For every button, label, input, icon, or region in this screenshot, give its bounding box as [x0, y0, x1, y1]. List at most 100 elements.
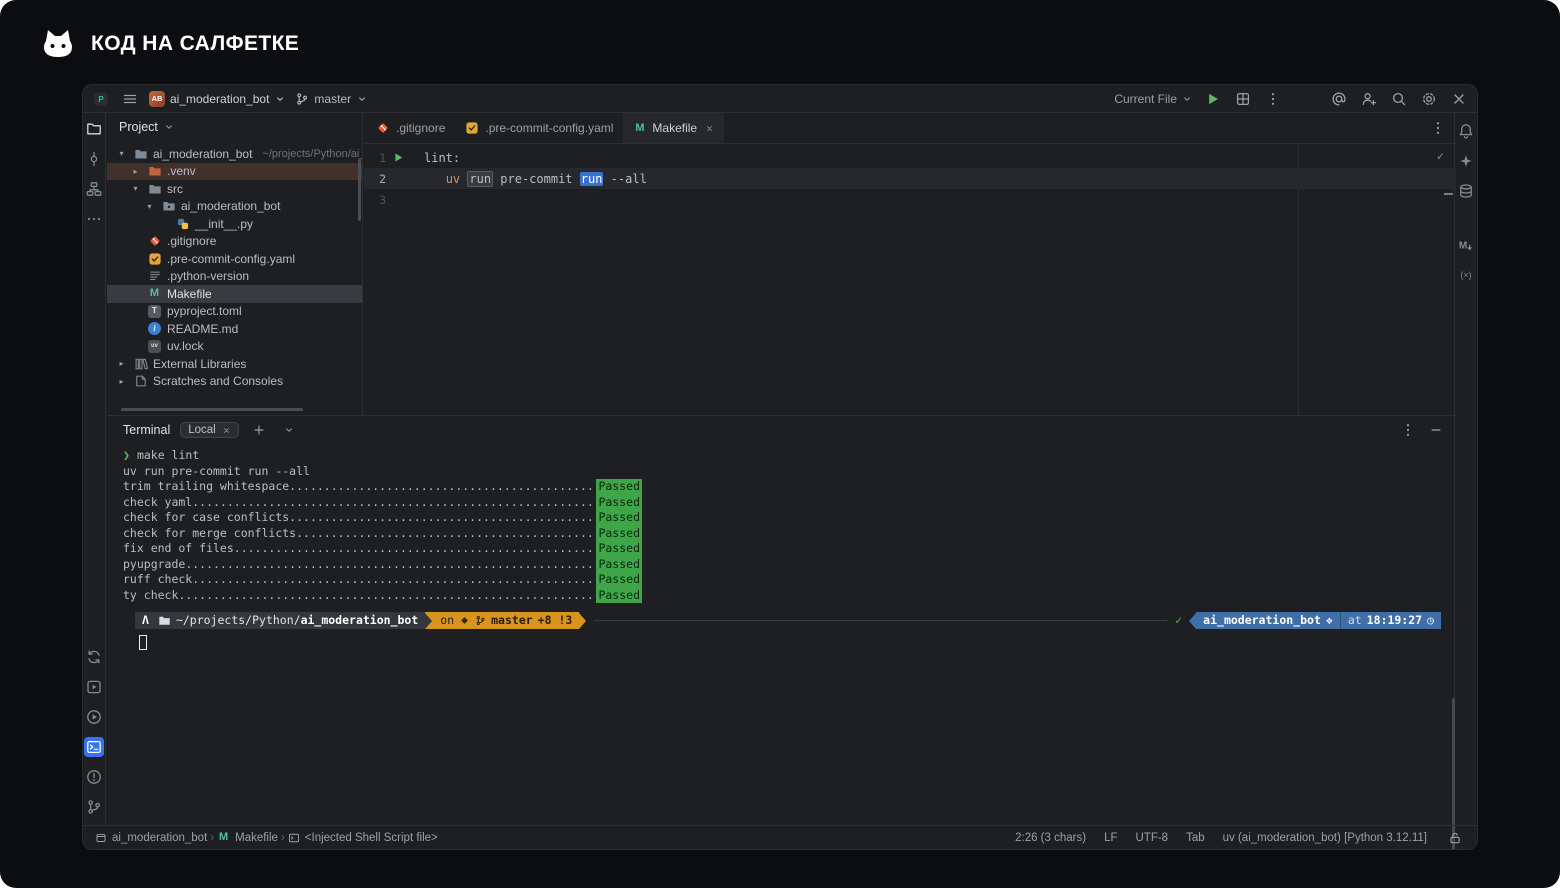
toolwindow-structure-button[interactable]	[84, 179, 104, 199]
breadcrumb-file[interactable]: MMakefile	[217, 831, 278, 844]
inspection-status-icon[interactable]: ✓	[1437, 149, 1444, 163]
chevron-down-icon[interactable]	[279, 420, 299, 440]
tree-item-label: ai_moderation_bot	[181, 199, 280, 213]
code-line: 3	[364, 189, 1456, 210]
close-window-button[interactable]	[1449, 89, 1469, 109]
project-widget[interactable]: AB ai_moderation_bot	[149, 91, 286, 107]
project-tree-item[interactable]: .python-version	[107, 268, 362, 286]
chevron-right-icon[interactable]: ▸	[115, 359, 128, 368]
editor-tab[interactable]: MMakefile	[623, 113, 724, 143]
close-icon[interactable]	[222, 426, 231, 435]
editor-tab[interactable]: .gitignore	[366, 113, 455, 143]
prompt-char: ❯	[123, 448, 130, 462]
project-vertical-scrollbar[interactable]	[358, 159, 361, 221]
project-tree-item[interactable]: ▾src	[107, 180, 362, 198]
chevron-right-icon[interactable]: ▸	[115, 377, 128, 386]
toolwindow-ai-assistant-button[interactable]	[1456, 151, 1476, 171]
status-widgets: 2:26 (3 chars) LF UTF-8 Tab uv (ai_moderatio…	[1015, 832, 1427, 844]
project-tree-item[interactable]: iREADME.md	[107, 320, 362, 338]
terminal-tab-local[interactable]: Local	[180, 422, 239, 438]
terminal-options-icon[interactable]	[1398, 420, 1418, 440]
line-number: 3	[364, 193, 386, 207]
search-everywhere-button[interactable]	[1389, 89, 1409, 109]
toolwindow-commit-button[interactable]	[84, 149, 104, 169]
run-options-icon	[1235, 91, 1251, 107]
project-tree-item[interactable]: uvuv.lock	[107, 338, 362, 356]
project-tree-item[interactable]: Tpyproject.toml	[107, 303, 362, 321]
file-encoding[interactable]: UTF-8	[1135, 832, 1168, 844]
terminal-output[interactable]: ❯make lint uv run pre-commit run --all t…	[107, 444, 1456, 827]
git-file-icon	[147, 234, 162, 248]
chevron-down-icon[interactable]: ▾	[115, 149, 128, 158]
breadcrumb-project[interactable]: ai_moderation_bot	[95, 832, 207, 844]
dots-filler: ........................................…	[289, 510, 596, 526]
project-tree-item[interactable]: MMakefile	[107, 285, 362, 303]
code-with-me-button[interactable]	[1359, 89, 1379, 109]
project-tree-item[interactable]: ▾ ai_moderation_bot	[107, 198, 362, 216]
project-tree-item[interactable]: .gitignore	[107, 233, 362, 251]
code-token: pre-commit	[493, 172, 580, 186]
status-badge: Passed	[596, 572, 642, 588]
line-number: 1	[364, 151, 386, 165]
toolwindow-version-control-button[interactable]	[84, 797, 104, 817]
toolwindow-more-tool-windows-button[interactable]	[84, 209, 104, 229]
project-tree-item[interactable]: ▸External Libraries	[107, 355, 362, 373]
titlebar-left-icons: P	[91, 89, 140, 109]
status-badge: Passed	[596, 588, 642, 604]
chevron-down-icon[interactable]: ▾	[143, 202, 156, 211]
chevron-down-icon[interactable]: ▾	[129, 184, 142, 193]
project-tree-item[interactable]: ▾ai_moderation_bot~/projects/Python/ai_m…	[107, 145, 362, 163]
branch-widget[interactable]: master	[295, 92, 368, 106]
ai-assistant-button[interactable]	[1329, 89, 1349, 109]
more-actions-button[interactable]	[1263, 89, 1283, 109]
project-horizontal-scrollbar[interactable]	[121, 408, 303, 411]
run-configuration-selector[interactable]: Current File	[1114, 92, 1193, 106]
close-icon[interactable]	[705, 124, 714, 133]
project-tree-item[interactable]: ▸Scratches and Consoles	[107, 373, 362, 391]
run-options-button[interactable]	[1233, 89, 1253, 109]
project-tree-item[interactable]: .pre-commit-config.yaml	[107, 250, 362, 268]
toolwindow-run-toolwindow-button[interactable]	[84, 707, 104, 727]
new-terminal-button[interactable]	[249, 420, 269, 440]
ide-window: P AB ai_moderation_bot master Current Fi…	[82, 84, 1478, 850]
editor-tab-bar: .gitignore.pre-commit-config.yamlMMakefi…	[364, 113, 1456, 144]
run-button[interactable]	[1203, 89, 1223, 109]
toolwindow-problems-button[interactable]	[84, 767, 104, 787]
prompt-directory-segment: ~/projects/Python/ai_moderation_bot	[156, 612, 425, 629]
caret-position[interactable]: 2:26 (3 chars)	[1015, 832, 1086, 844]
main-menu-button[interactable]	[120, 89, 140, 109]
dots-filler: ........................................…	[289, 479, 596, 495]
breadcrumb-injected[interactable]: <Injected Shell Script file>	[288, 832, 438, 844]
os-icon: Λ	[142, 613, 149, 629]
check-name: ty check	[123, 588, 178, 604]
toolwindow-markdown-button[interactable]: M	[1456, 235, 1476, 255]
toolwindow-project-button[interactable]	[84, 119, 104, 139]
python-interpreter[interactable]: uv (ai_moderation_bot) [Python 3.12.11]	[1223, 832, 1427, 844]
run-gutter-icon[interactable]	[386, 152, 410, 163]
terminal-line: check for merge conflicts...............…	[123, 526, 642, 542]
powerline-separator	[579, 613, 586, 629]
toolwindow-services-button[interactable]	[84, 677, 104, 697]
toolwindow-endpoints-button[interactable]: (×)	[1456, 265, 1476, 285]
lock-open-icon[interactable]	[1445, 828, 1465, 848]
settings-button[interactable]	[1419, 89, 1439, 109]
toolwindow-terminal-button[interactable]	[84, 737, 104, 757]
tab-options-icon[interactable]	[1428, 118, 1448, 138]
project-tree-item[interactable]: ▸.venv	[107, 163, 362, 181]
toolwindow-notifications-button[interactable]	[1456, 121, 1476, 141]
left-strip-bottom	[84, 647, 104, 817]
project-panel-header[interactable]: Project	[107, 113, 362, 141]
toolwindow-database-button[interactable]	[1456, 181, 1476, 201]
terminal-line: pyupgrade...............................…	[123, 557, 642, 573]
minimize-icon[interactable]	[1426, 420, 1446, 440]
code-editor[interactable]: 1lint:2 uv run pre-commit run --all3 ✓	[364, 144, 1456, 415]
toolwindow-sync-button[interactable]	[84, 647, 104, 667]
code-token	[424, 172, 446, 186]
editor-tab[interactable]: .pre-commit-config.yaml	[455, 113, 623, 143]
indent-style[interactable]: Tab	[1186, 832, 1205, 844]
app-logo-button[interactable]: P	[91, 89, 111, 109]
chevron-right-icon[interactable]: ▸	[129, 167, 142, 176]
project-tree-item[interactable]: __init__.py	[107, 215, 362, 233]
tree-item-label: __init__.py	[195, 217, 253, 231]
line-separator[interactable]: LF	[1104, 832, 1117, 844]
